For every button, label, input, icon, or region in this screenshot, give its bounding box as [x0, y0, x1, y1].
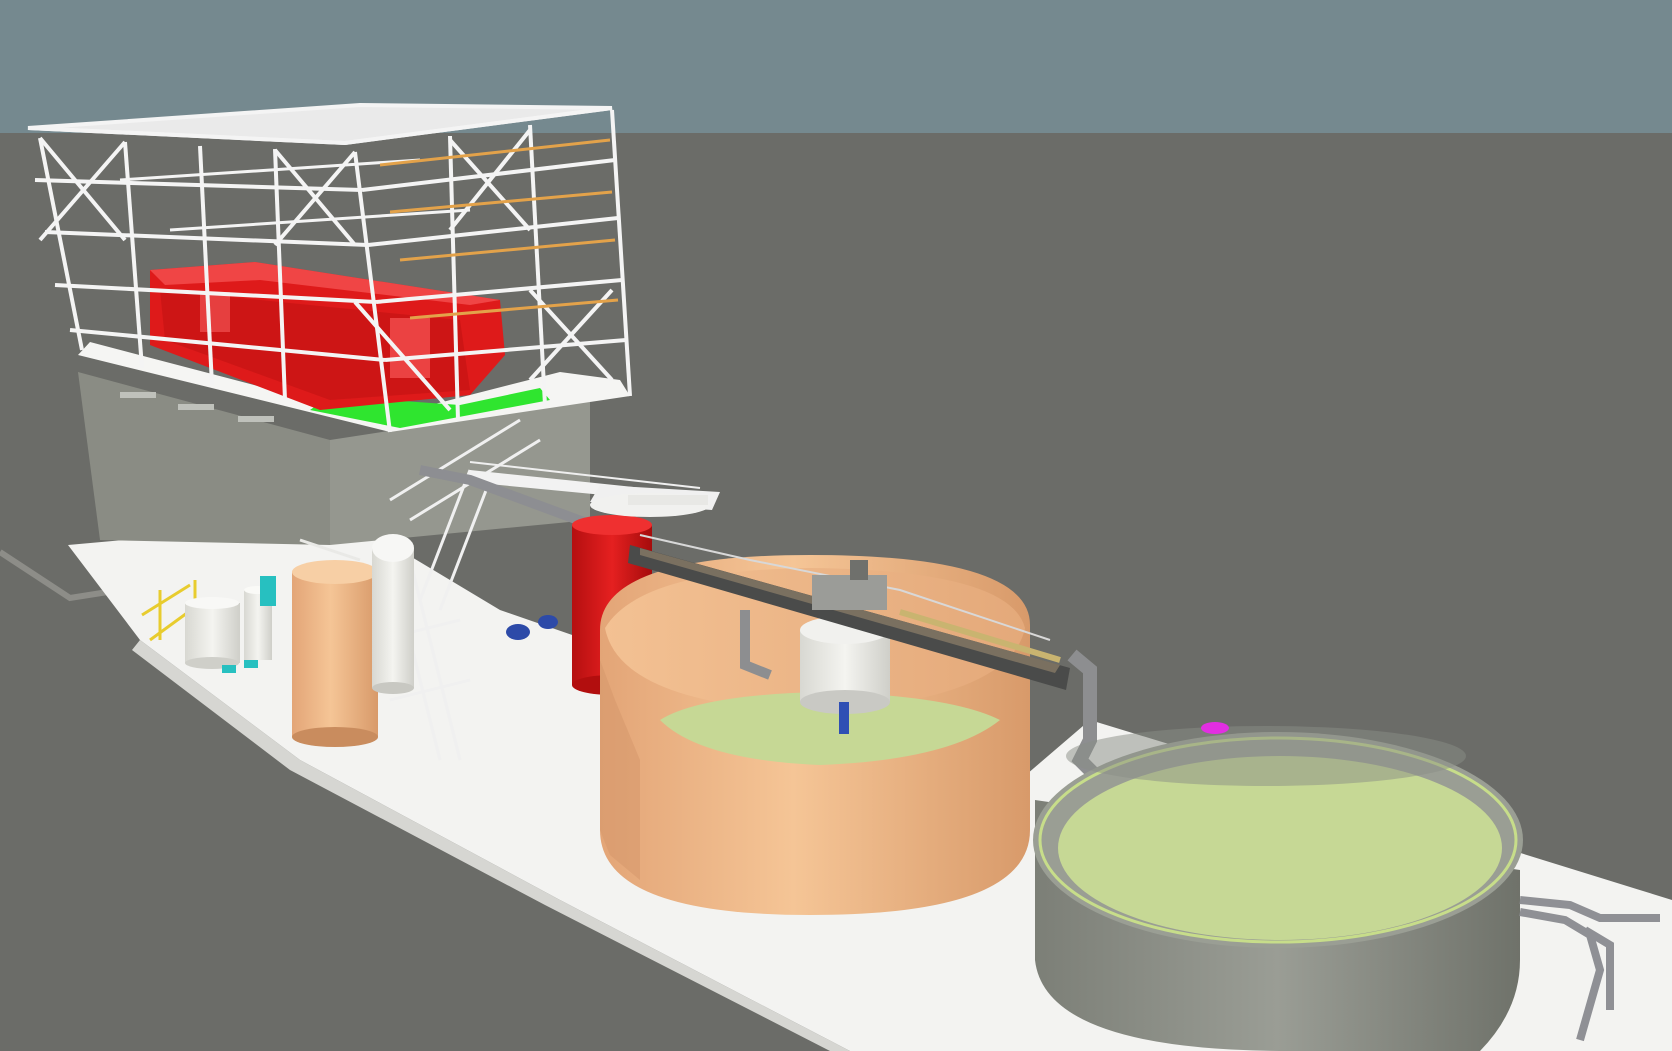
concrete-thickener-tank [1033, 726, 1523, 1051]
plant-3d-model [0, 0, 1672, 1051]
magenta-marker [1201, 722, 1229, 734]
tan-silo [292, 538, 378, 747]
3d-viewport[interactable] [0, 0, 1672, 1051]
white-tank-small-1 [185, 597, 240, 669]
white-vertical-vessel [372, 534, 414, 694]
